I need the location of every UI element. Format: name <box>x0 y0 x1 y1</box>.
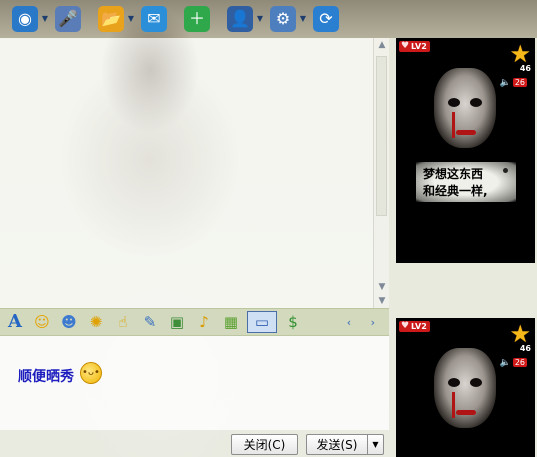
thinking-emoji-icon: •ᴗ• <box>80 362 102 384</box>
level-badge: LV2 <box>399 321 430 332</box>
action-bar: 关闭(C) 发送(S) ▼ <box>0 430 389 457</box>
volume-indicator: 🔈 26 <box>500 78 527 88</box>
message-mail-icon: ✉ <box>141 6 167 32</box>
volume-count: 26 <box>512 78 527 87</box>
caption-line-1: 梦想这东西 <box>423 167 484 181</box>
settings-button[interactable]: ⚙ ▼ <box>268 4 306 34</box>
microphone-button[interactable]: 🎤 <box>53 4 83 34</box>
font-icon[interactable]: A <box>4 311 26 333</box>
scroll-down-arrow-icon[interactable]: ▼ <box>374 280 390 294</box>
settings-icon: ⚙ <box>270 6 296 32</box>
chevron-down-icon[interactable]: ▼ <box>257 15 263 23</box>
chevron-down-icon[interactable]: ▼ <box>42 15 48 23</box>
input-text: 顺便晒秀 <box>18 369 74 385</box>
caption-line-2: 和经典一样, <box>423 184 488 198</box>
screenshot-icon[interactable]: ▭ <box>247 311 277 333</box>
contact-show-panel[interactable]: LV2 ★ 46 🔈26 <box>396 318 535 457</box>
add-app-icon: ＋ <box>184 6 210 32</box>
microphone-icon: 🎤 <box>55 6 81 32</box>
message-history[interactable]: ▲ ▼ ▼ <box>0 38 389 308</box>
emoticon-icon[interactable]: ☺ <box>31 311 53 333</box>
chat-window: ◉ ▼ 🎤 📂 ▼ ✉ ＋ 👤 ▼ ⚙ ▼ ⟳ ▲ ▼ ▼ A ☺ ☻ ✺ ☝ ✎ ▣ ♪ ▦ ▭ $ ‹ › 顺便晒秀 •… <box>0 0 537 457</box>
scroll-bottom-arrow-icon[interactable]: ▼ <box>374 294 390 308</box>
show-caption: 梦想这东西 和经典一样, <box>416 162 516 202</box>
hand-icon[interactable]: ☝ <box>112 311 134 333</box>
scribble-icon[interactable]: ✎ <box>139 311 161 333</box>
music-icon[interactable]: ♪ <box>193 311 215 333</box>
image-icon[interactable]: ▣ <box>166 311 188 333</box>
send-options-dropdown[interactable]: ▼ <box>367 434 384 455</box>
format-toolbar: A ☺ ☻ ✺ ☝ ✎ ▣ ♪ ▦ ▭ $ ‹ › <box>0 308 389 336</box>
gift-icon[interactable]: ▦ <box>220 311 242 333</box>
message-input[interactable]: 顺便晒秀 •ᴗ• <box>0 336 389 430</box>
star-count: 46 <box>519 344 531 353</box>
close-button[interactable]: 关闭(C) <box>231 434 298 455</box>
send-file-button[interactable]: 📂 ▼ <box>96 4 134 34</box>
magic-face-icon[interactable]: ☻ <box>58 311 80 333</box>
toolbar-nav-arrows[interactable]: ‹ › <box>347 316 383 329</box>
speaker-icon: 🔈 <box>499 78 511 88</box>
avatar-show-figure <box>434 348 496 428</box>
top-toolbar: ◉ ▼ 🎤 📂 ▼ ✉ ＋ 👤 ▼ ⚙ ▼ ⟳ <box>0 0 390 38</box>
contact-card-icon: 👤 <box>227 6 253 32</box>
message-mail-button[interactable]: ✉ <box>139 4 169 34</box>
volume-count: 26 <box>512 358 527 367</box>
avatar-show-figure <box>434 68 496 148</box>
pay-icon[interactable]: $ <box>282 311 304 333</box>
level-badge: LV2 <box>399 41 430 52</box>
webcam-icon: ◉ <box>12 6 38 32</box>
browser-button[interactable]: ⟳ <box>311 4 341 34</box>
chevron-down-icon[interactable]: ▼ <box>300 15 306 23</box>
send-button[interactable]: 发送(S) <box>306 434 367 455</box>
browser-icon: ⟳ <box>313 6 339 32</box>
scroll-up-arrow-icon[interactable]: ▲ <box>374 38 390 52</box>
history-scrollbar[interactable]: ▲ ▼ ▼ <box>373 38 389 308</box>
add-app-button[interactable]: ＋ <box>182 4 212 34</box>
speaker-icon: 🔈 <box>499 358 511 368</box>
contact-card-button[interactable]: 👤 ▼ <box>225 4 263 34</box>
nudge-icon[interactable]: ✺ <box>85 311 107 333</box>
volume-indicator: 🔈 26 <box>500 358 527 368</box>
scroll-thumb[interactable] <box>376 56 387 216</box>
chevron-down-icon[interactable]: ▼ <box>128 15 134 23</box>
webcam-button[interactable]: ◉ ▼ <box>10 4 48 34</box>
star-count: 46 <box>519 64 531 73</box>
my-show-panel[interactable]: LV2 ★ 46 🔈26 梦想这东西 和经典一样, <box>396 38 535 263</box>
send-file-icon: 📂 <box>98 6 124 32</box>
